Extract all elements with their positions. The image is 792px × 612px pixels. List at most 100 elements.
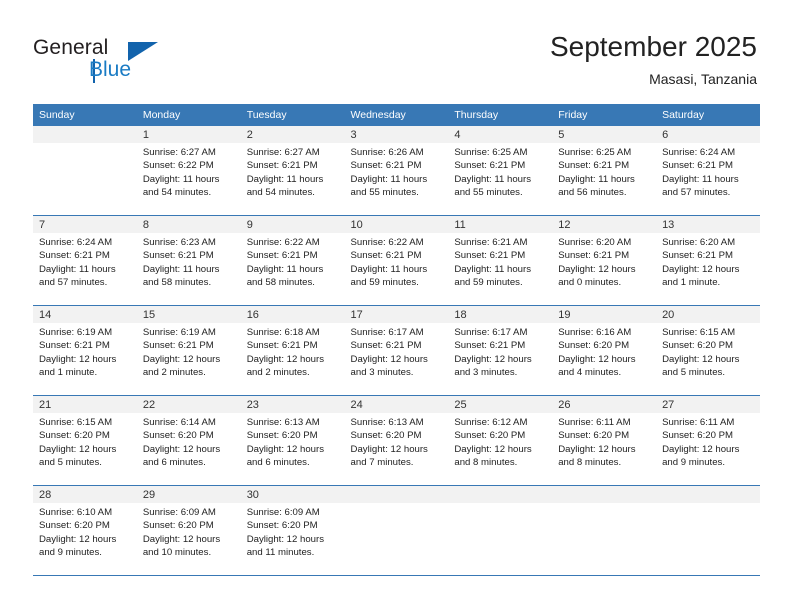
calendar-day-cell[interactable]: 17 Sunrise: 6:17 AM Sunset: 6:21 PM Dayligh… [344, 305, 449, 396]
day-detail-sunset: Sunset: 6:20 PM [246, 520, 318, 532]
calendar-page: General Blue September 2025 Masasi, Tanz… [0, 0, 792, 612]
calendar-week-row: 1 Sunrise: 6:27 AM Sunset: 6:22 PM Daylight… [33, 126, 760, 216]
day-details: Sunrise: 6:19 AM Sunset: 6:21 PM Daylight:… [33, 323, 137, 380]
day-detail-sunset: Sunset: 6:21 PM [246, 250, 318, 262]
calendar-day-cell[interactable]: 18 Sunrise: 6:17 AM Sunset: 6:21 PM Dayligh… [448, 305, 553, 396]
calendar-day-cell[interactable]: 14 Sunrise: 6:19 AM Sunset: 6:21 PM Dayligh… [33, 305, 137, 396]
day-detail-sunrise: Sunrise: 6:15 AM [39, 417, 113, 428]
day-cell-inner: 22 Sunrise: 6:14 AM Sunset: 6:20 PM Dayligh… [136, 396, 241, 485]
day-detail-sunset: Sunset: 6:21 PM [558, 160, 630, 172]
day-detail-daylight1: Daylight: 11 hours [39, 263, 116, 275]
calendar-day-cell[interactable]: 13 Sunrise: 6:20 AM Sunset: 6:21 PM Dayligh… [656, 215, 760, 306]
day-cell-inner: 18 Sunrise: 6:17 AM Sunset: 6:21 PM Dayligh… [448, 306, 553, 395]
day-cell-inner: 1 Sunrise: 6:27 AM Sunset: 6:22 PM Daylight… [136, 126, 241, 215]
calendar-day-cell-empty [448, 485, 553, 576]
day-detail-daylight1: Daylight: 12 hours [558, 263, 636, 275]
calendar-day-cell[interactable]: 6 Sunrise: 6:24 AM Sunset: 6:21 PM Daylight… [656, 126, 760, 216]
calendar-day-cell[interactable]: 19 Sunrise: 6:16 AM Sunset: 6:20 PM Dayligh… [552, 305, 657, 396]
day-detail-sunset: Sunset: 6:21 PM [454, 340, 526, 352]
day-detail-daylight1: Daylight: 12 hours [350, 353, 428, 365]
calendar-day-cell[interactable]: 3 Sunrise: 6:26 AM Sunset: 6:21 PM Daylight… [344, 126, 449, 216]
calendar-day-cell[interactable]: 29 Sunrise: 6:09 AM Sunset: 6:20 PM Dayligh… [136, 485, 241, 576]
day-number: 18 [448, 306, 553, 323]
calendar-day-cell[interactable]: 25 Sunrise: 6:12 AM Sunset: 6:20 PM Dayligh… [448, 395, 553, 486]
day-detail-daylight1: Daylight: 11 hours [350, 173, 428, 185]
day-cell-inner: 2 Sunrise: 6:27 AM Sunset: 6:21 PM Daylight… [240, 126, 345, 215]
day-detail-daylight2: and 57 minutes. [662, 187, 731, 199]
page-header: General Blue September 2025 Masasi, Tanz… [0, 0, 792, 100]
day-cell-inner: 9 Sunrise: 6:22 AM Sunset: 6:21 PM Daylight… [240, 216, 345, 305]
calendar-day-cell[interactable]: 4 Sunrise: 6:25 AM Sunset: 6:21 PM Daylight… [448, 126, 553, 216]
calendar-day-cell[interactable]: 20 Sunrise: 6:15 AM Sunset: 6:20 PM Dayligh… [656, 305, 760, 396]
day-detail-sunrise: Sunrise: 6:21 AM [454, 237, 528, 248]
calendar-day-cell[interactable]: 26 Sunrise: 6:11 AM Sunset: 6:20 PM Dayligh… [552, 395, 657, 486]
calendar-day-cell[interactable]: 22 Sunrise: 6:14 AM Sunset: 6:20 PM Dayligh… [136, 395, 241, 486]
day-details: Sunrise: 6:25 AM Sunset: 6:21 PM Daylight:… [552, 143, 656, 200]
day-number: 8 [136, 216, 241, 233]
day-cell-inner: 21 Sunrise: 6:15 AM Sunset: 6:20 PM Dayligh… [33, 396, 137, 485]
day-cell-inner: 17 Sunrise: 6:17 AM Sunset: 6:21 PM Dayligh… [344, 306, 449, 395]
day-number [344, 486, 449, 503]
day-detail-daylight2: and 54 minutes. [142, 187, 212, 199]
day-number: 5 [552, 126, 657, 143]
day-detail-sunset: Sunset: 6:21 PM [454, 250, 526, 262]
calendar-day-cell[interactable]: 10 Sunrise: 6:22 AM Sunset: 6:21 PM Dayligh… [344, 215, 449, 306]
day-detail-sunrise: Sunrise: 6:24 AM [39, 237, 113, 248]
day-detail-sunrise: Sunrise: 6:09 AM [246, 507, 320, 518]
day-details [33, 143, 137, 146]
calendar-day-cell[interactable]: 24 Sunrise: 6:13 AM Sunset: 6:20 PM Dayligh… [344, 395, 449, 486]
day-detail-sunrise: Sunrise: 6:11 AM [662, 417, 735, 428]
day-detail-daylight2: and 3 minutes. [350, 367, 414, 379]
day-detail-sunrise: Sunrise: 6:13 AM [246, 417, 320, 428]
day-cell-inner: 5 Sunrise: 6:25 AM Sunset: 6:21 PM Daylight… [552, 126, 657, 215]
calendar-day-cell[interactable]: 8 Sunrise: 6:23 AM Sunset: 6:21 PM Daylight… [136, 215, 241, 306]
day-detail-sunrise: Sunrise: 6:09 AM [142, 507, 216, 518]
day-detail-daylight1: Daylight: 12 hours [454, 443, 532, 455]
day-detail-sunset: Sunset: 6:21 PM [350, 250, 422, 262]
day-detail-sunset: Sunset: 6:21 PM [558, 250, 630, 262]
general-blue-logo[interactable]: General Blue [33, 36, 193, 88]
day-detail-daylight1: Daylight: 11 hours [246, 263, 324, 275]
day-details [345, 503, 449, 506]
day-detail-sunrise: Sunrise: 6:16 AM [558, 327, 632, 338]
calendar-day-cell[interactable]: 2 Sunrise: 6:27 AM Sunset: 6:21 PM Daylight… [240, 126, 345, 216]
day-detail-daylight2: and 58 minutes. [246, 277, 315, 289]
calendar-day-cell[interactable]: 21 Sunrise: 6:15 AM Sunset: 6:20 PM Dayligh… [33, 395, 137, 486]
day-detail-daylight2: and 55 minutes. [454, 187, 523, 199]
calendar-day-cell[interactable]: 7 Sunrise: 6:24 AM Sunset: 6:21 PM Daylight… [33, 215, 137, 306]
day-cell-inner: 26 Sunrise: 6:11 AM Sunset: 6:20 PM Dayligh… [552, 396, 657, 485]
calendar-day-cell[interactable]: 30 Sunrise: 6:09 AM Sunset: 6:20 PM Dayligh… [240, 485, 345, 576]
day-detail-sunset: Sunset: 6:21 PM [662, 160, 733, 172]
day-number: 21 [33, 396, 137, 413]
day-detail-sunset: Sunset: 6:20 PM [662, 430, 733, 442]
calendar-day-cell[interactable]: 1 Sunrise: 6:27 AM Sunset: 6:22 PM Daylight… [136, 126, 241, 216]
calendar-day-cell[interactable]: 28 Sunrise: 6:10 AM Sunset: 6:20 PM Dayligh… [33, 485, 137, 576]
day-cell-inner: 23 Sunrise: 6:13 AM Sunset: 6:20 PM Dayligh… [240, 396, 345, 485]
day-detail-daylight1: Daylight: 12 hours [662, 353, 740, 365]
day-detail-sunrise: Sunrise: 6:22 AM [350, 237, 424, 248]
day-detail-sunset: Sunset: 6:20 PM [454, 430, 526, 442]
day-cell-inner: 7 Sunrise: 6:24 AM Sunset: 6:21 PM Daylight… [33, 216, 137, 305]
day-number: 19 [552, 306, 657, 323]
calendar-day-cell[interactable]: 11 Sunrise: 6:21 AM Sunset: 6:21 PM Dayligh… [448, 215, 553, 306]
calendar-day-cell[interactable]: 9 Sunrise: 6:22 AM Sunset: 6:21 PM Daylight… [240, 215, 345, 306]
day-detail-sunrise: Sunrise: 6:17 AM [454, 327, 528, 338]
calendar-day-cell[interactable]: 16 Sunrise: 6:18 AM Sunset: 6:21 PM Dayligh… [240, 305, 345, 396]
day-detail-daylight2: and 57 minutes. [39, 277, 108, 289]
day-details: Sunrise: 6:20 AM Sunset: 6:21 PM Daylight:… [656, 233, 760, 290]
day-cell-inner [656, 486, 760, 575]
calendar-day-cell[interactable]: 12 Sunrise: 6:20 AM Sunset: 6:21 PM Dayligh… [552, 215, 657, 306]
day-detail-sunset: Sunset: 6:20 PM [39, 430, 110, 442]
calendar-day-cell[interactable]: 23 Sunrise: 6:13 AM Sunset: 6:20 PM Dayligh… [240, 395, 345, 486]
day-detail-sunset: Sunset: 6:20 PM [142, 430, 214, 442]
day-detail-daylight2: and 4 minutes. [558, 367, 622, 379]
weekday-header-sunday: Sunday [33, 104, 137, 126]
day-cell-inner: 25 Sunrise: 6:12 AM Sunset: 6:20 PM Dayligh… [448, 396, 553, 485]
calendar-day-cell-empty [656, 485, 760, 576]
day-detail-daylight1: Daylight: 12 hours [39, 353, 117, 365]
calendar-day-cell[interactable]: 5 Sunrise: 6:25 AM Sunset: 6:21 PM Daylight… [552, 126, 657, 216]
calendar-day-cell[interactable]: 15 Sunrise: 6:19 AM Sunset: 6:21 PM Dayligh… [136, 305, 241, 396]
day-detail-daylight1: Daylight: 12 hours [142, 443, 221, 455]
day-cell-inner: 19 Sunrise: 6:16 AM Sunset: 6:20 PM Dayligh… [552, 306, 657, 395]
calendar-day-cell[interactable]: 27 Sunrise: 6:11 AM Sunset: 6:20 PM Dayligh… [656, 395, 760, 486]
